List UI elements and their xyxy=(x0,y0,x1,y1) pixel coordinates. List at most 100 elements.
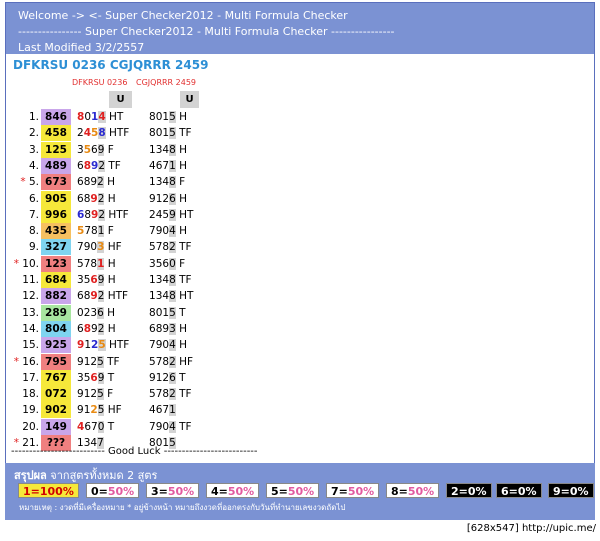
row-label: 8. xyxy=(28,225,39,238)
digit: 6 xyxy=(77,290,84,303)
digit: 0 xyxy=(97,420,105,433)
digit-badge: 3=50% xyxy=(146,483,200,498)
digit: 2 xyxy=(169,388,176,401)
digit: 9 xyxy=(77,404,84,417)
digit: 0 xyxy=(77,306,84,319)
digit: 5 xyxy=(98,339,106,352)
digit: 4 xyxy=(169,339,176,352)
digit: 2 xyxy=(97,192,105,205)
row-label: 13. xyxy=(22,306,39,319)
digit: 7 xyxy=(149,420,156,433)
result-number: 846 xyxy=(41,109,71,125)
formula1-cell: 4670 T xyxy=(77,420,115,433)
digit: 0 xyxy=(84,111,91,123)
results-table: 1. 846 8014 HT 8015 H 2. 458 2458 HTF 8015 TF … xyxy=(8,109,201,451)
summary-text: จากสูตรทั้งหมด 2 สูตร xyxy=(50,469,158,482)
formula2-cell: 1348 TF xyxy=(149,274,192,286)
digit: 3 xyxy=(77,371,84,384)
digit: 5 xyxy=(83,143,91,156)
badge-percent: 50% xyxy=(407,485,435,498)
table-row: 11. 684 3569 H 1348 TF xyxy=(8,272,201,288)
row-label: 4. xyxy=(28,159,39,172)
table-row: 13. 289 0236 H 8015 T xyxy=(8,304,201,321)
digit: 9 xyxy=(90,290,98,303)
digit: 4 xyxy=(169,225,176,238)
digit: 1 xyxy=(149,176,156,189)
formula1-cell: 6892 H xyxy=(77,192,116,205)
digit: 6 xyxy=(77,322,84,335)
formula2-cell: 8015 TF xyxy=(149,127,192,140)
digit: 4 xyxy=(149,404,156,417)
col1-label: DFKRSU 0236 xyxy=(72,78,128,87)
digit: 7 xyxy=(84,225,91,238)
digit: 2 xyxy=(169,355,176,368)
formula2-cell: 1348 F xyxy=(149,176,186,189)
digit: 9 xyxy=(97,371,105,384)
table-row: 2. 458 2458 HTF 8015 TF xyxy=(8,125,201,142)
digit: 1 xyxy=(169,404,176,417)
table-row: * 5. 673 6892 H 1348 F xyxy=(8,174,201,191)
digit: 5 xyxy=(169,127,176,140)
digit: 5 xyxy=(169,111,176,123)
digit: 4 xyxy=(98,111,106,123)
digit: 4 xyxy=(149,159,156,172)
table-row: * 16. 795 9125 TF 5782 HF xyxy=(8,353,201,370)
table-row: * 10. 123 5781 H 3560 F xyxy=(8,255,201,272)
digit-badge: 9=0% xyxy=(548,483,594,498)
result-number: 996 xyxy=(41,206,71,223)
result-number: 149 xyxy=(41,418,71,435)
header: Welcome -> <- Super Checker2012 - Multi … xyxy=(6,3,594,54)
digit: 5 xyxy=(149,355,156,368)
digit: 6 xyxy=(169,192,176,205)
digit: 9 xyxy=(77,355,84,368)
formula1-cell: 7903 HF xyxy=(77,241,122,254)
formula1-cell: 9125 TF xyxy=(77,355,120,368)
digit: 1 xyxy=(149,143,156,156)
formula1-cell: 6892 HTF xyxy=(77,290,129,303)
formula1-cell: 6892 TF xyxy=(77,159,121,172)
table-row: 15. 925 9125 HTF 7904 H xyxy=(8,337,201,354)
digit-badge: 7=50% xyxy=(326,483,380,498)
digit: 6 xyxy=(77,176,84,189)
digit: 6 xyxy=(90,371,98,384)
row-label: 2. xyxy=(28,127,39,140)
table-row: 18. 072 9125 F 5782 TF xyxy=(8,386,201,403)
star-marker: * xyxy=(13,257,19,270)
digit: 3 xyxy=(97,241,105,254)
result-number: 882 xyxy=(41,288,71,305)
footer-link[interactable]: [628x547] http://upic.me/ xyxy=(467,523,596,534)
result-number: 289 xyxy=(41,304,71,321)
note-text: หมายเหตุ : งวดที่มีเครื่องหมาย * อยู่ข้า… xyxy=(19,503,346,512)
digit: 2 xyxy=(90,404,98,417)
digit: 1 xyxy=(169,159,176,172)
result-number: 804 xyxy=(41,320,71,337)
formula1-cell: 9125 HF xyxy=(77,404,122,417)
formula1-cell: 8014 HT xyxy=(77,111,124,123)
table-row: 7. 996 6892 HTF 2459 HT xyxy=(8,206,201,223)
digit: 6 xyxy=(84,420,91,433)
digit: 7 xyxy=(77,241,84,254)
digit: 2 xyxy=(98,159,105,172)
formula2-cell: 7904 H xyxy=(149,225,187,238)
digit: 6 xyxy=(169,371,176,384)
table-row: 4. 489 6892 TF 4671 H xyxy=(8,157,201,174)
formula2-cell: 4671 xyxy=(149,402,197,418)
row-label: 14. xyxy=(22,322,39,335)
row-label: * 10. xyxy=(13,257,39,270)
result-number: 925 xyxy=(41,337,71,354)
row-label: 19. xyxy=(22,404,39,417)
digit-badge: 6=0% xyxy=(496,483,542,498)
result-number: 795 xyxy=(41,353,71,370)
digit: 3 xyxy=(169,322,176,335)
badge-percent: 50% xyxy=(107,485,135,498)
formula1-cell: 6892 H xyxy=(77,176,115,189)
formula1-cell: 3569 F xyxy=(77,143,114,156)
digit: 2 xyxy=(97,322,105,335)
formula1-cell: 2458 HTF xyxy=(77,127,130,140)
result-number: 072 xyxy=(41,386,71,403)
result-number: 458 xyxy=(41,125,71,142)
formula1-cell: 9125 HTF xyxy=(77,339,130,352)
formula1-cell: 6892 H xyxy=(77,322,116,335)
formula1-cell: 5781 H xyxy=(77,257,116,270)
result-number: 684 xyxy=(41,272,71,288)
